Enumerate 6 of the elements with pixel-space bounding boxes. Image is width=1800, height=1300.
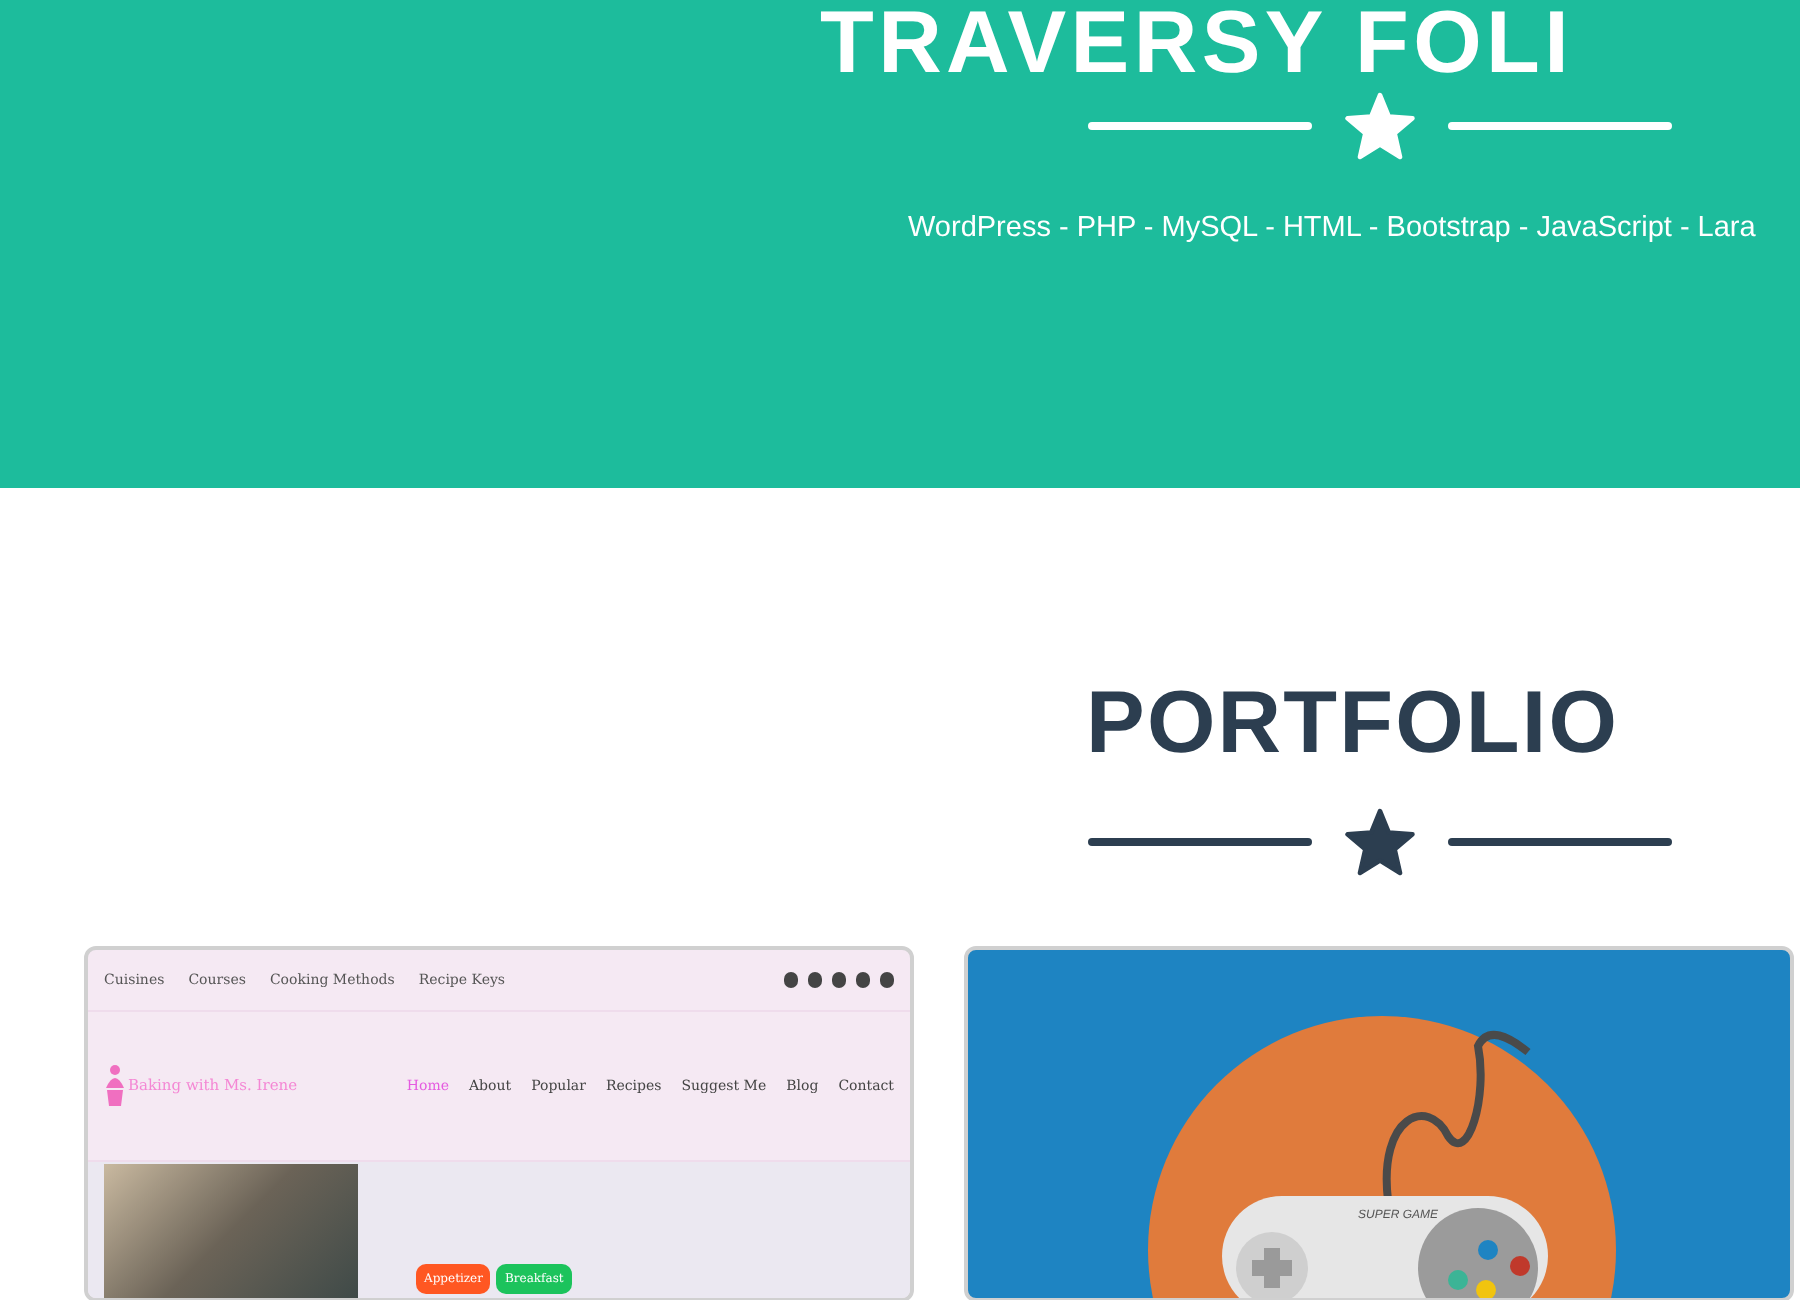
portfolio-heading: PORTFOLIO	[1086, 672, 1620, 776]
star-icon	[1344, 92, 1416, 160]
site-title: TRAVERSY FOLI	[820, 0, 1574, 88]
skills-text: WordPress - PHP - MySQL - HTML - Bootstrap - JavaScript - Lara	[908, 210, 1756, 248]
star-icon	[1344, 808, 1416, 876]
cupcake-icon	[104, 1064, 126, 1108]
